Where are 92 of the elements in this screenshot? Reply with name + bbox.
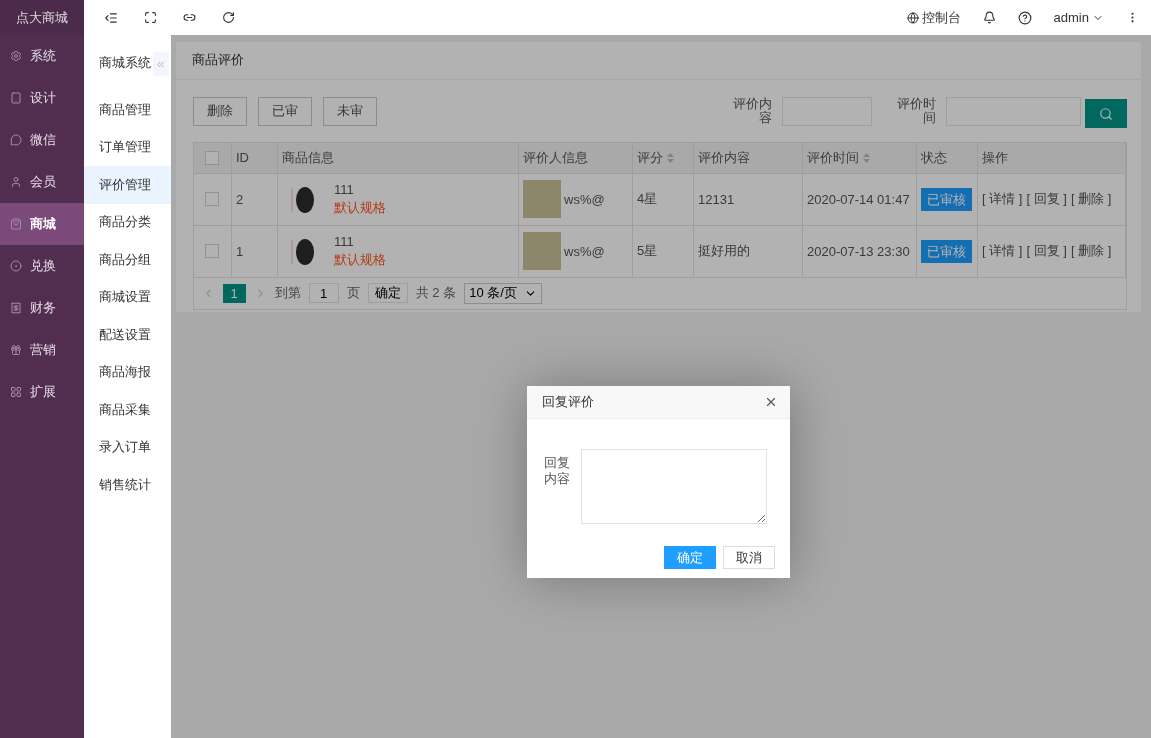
chat-icon: [10, 134, 22, 146]
help-icon[interactable]: [1017, 10, 1032, 25]
column-header: 评价人信息: [518, 143, 633, 173]
table-cell: 2: [236, 191, 244, 207]
total-count: 共 2 条: [415, 284, 457, 302]
reviewer-name: ws%@: [564, 191, 605, 207]
nav-label: 兑换: [30, 257, 56, 275]
nav-label: 财务: [30, 299, 56, 317]
table-cell: 1: [236, 243, 244, 259]
nav-label: 扩展: [30, 383, 56, 401]
checkbox[interactable]: [205, 150, 220, 165]
toolbar-button[interactable]: 删除: [192, 96, 247, 126]
column-header[interactable]: 评分: [632, 143, 694, 173]
search-button[interactable]: [1085, 99, 1127, 128]
toolbar-button[interactable]: 已审: [257, 96, 312, 126]
nav-label: 设计: [30, 89, 56, 107]
table-cell: 4星: [637, 191, 658, 206]
action-link[interactable]: [ 删除 ]: [1070, 243, 1112, 258]
page-size-select[interactable]: 10 条/页: [464, 282, 543, 304]
dialog-button[interactable]: 取消: [722, 546, 775, 569]
page-unit: 页: [346, 284, 360, 302]
reviewer-name: ws%@: [564, 243, 605, 259]
collapse-button[interactable]: [152, 52, 169, 76]
dialog-title: 回复评价: [541, 393, 594, 411]
nav-item[interactable]: 微信: [0, 119, 84, 161]
nav-label: 商城: [30, 215, 56, 233]
reply-input-field[interactable]: [580, 449, 767, 524]
nav-label: 系统: [30, 47, 56, 65]
gift-icon: [10, 344, 22, 356]
brand-name: 点大商城: [0, 0, 84, 35]
bag-icon: [10, 218, 22, 230]
goto-label: 到第: [274, 284, 301, 302]
nav-item[interactable]: 财务: [0, 287, 84, 329]
column-header: 评价内容: [693, 143, 803, 173]
column-header[interactable]: 评价时间: [802, 143, 917, 173]
nav-item[interactable]: 扩展: [0, 371, 84, 413]
column-header: 状态: [916, 143, 978, 173]
fullscreen-icon[interactable]: [143, 11, 157, 24]
grid-icon: [10, 386, 22, 398]
column-header: ID: [231, 143, 278, 173]
product-name: 111: [334, 181, 355, 197]
link-icon[interactable]: [182, 11, 196, 24]
nav-label: 营销: [30, 341, 56, 359]
table-cell: 挺好用的: [698, 243, 750, 258]
bell-icon[interactable]: [982, 11, 996, 24]
toolbar-button[interactable]: 未审: [322, 96, 377, 126]
confirm-button[interactable]: 确定: [367, 283, 408, 303]
action-link[interactable]: [ 删除 ]: [1070, 191, 1112, 206]
column-header: 操作: [977, 143, 1126, 173]
product-spec: 默认规格: [334, 250, 386, 269]
status-badge: 已审核: [921, 187, 972, 211]
table-cell: 2020-07-14 01:47: [807, 191, 910, 207]
tablet-icon: [10, 92, 22, 104]
receipt-icon: [10, 302, 22, 314]
checkbox[interactable]: [205, 244, 220, 258]
action-link[interactable]: [ 回复 ]: [1026, 243, 1067, 258]
refresh-icon[interactable]: [221, 11, 235, 24]
user-icon: [10, 176, 22, 188]
avatar-placeholder: [523, 232, 561, 270]
submenu-title: 商城系统: [98, 54, 151, 72]
table-cell: 12131: [698, 191, 735, 207]
nav-label: 会员: [30, 173, 56, 191]
nav-label: 微信: [30, 131, 56, 149]
action-link[interactable]: [ 详情 ]: [982, 191, 1023, 206]
menu-collapse-icon[interactable]: [103, 10, 118, 25]
avatar-placeholder: [523, 180, 561, 218]
nav-item[interactable]: 系统: [0, 35, 84, 77]
nav-item[interactable]: 兑换: [0, 245, 84, 287]
page-title: 商品评价: [191, 52, 244, 69]
nav-item[interactable]: 商城: [0, 203, 84, 245]
nav-item[interactable]: 设计: [0, 77, 84, 119]
status-badge: 已审核: [921, 239, 972, 263]
nav-item[interactable]: 营销: [0, 329, 84, 371]
product-name: 111: [334, 233, 355, 249]
column-header: 商品信息: [277, 143, 519, 173]
checkbox[interactable]: [205, 192, 220, 206]
submenu-item[interactable]: 评价管理: [83, 166, 171, 204]
field-label: 回复内容: [543, 454, 571, 488]
action-link[interactable]: [ 回复 ]: [1026, 191, 1067, 206]
filter-label: 评价内容: [732, 97, 772, 125]
globe-icon: [906, 11, 919, 24]
page-input[interactable]: 1: [308, 283, 339, 303]
search-icon: [1099, 106, 1113, 121]
console-link[interactable]: 控制台: [906, 8, 961, 27]
table-cell: 2020-07-13 23:30: [807, 243, 910, 259]
filter-label: 评价时间: [896, 97, 936, 125]
action-link[interactable]: [ 详情 ]: [982, 243, 1023, 258]
user-menu[interactable]: admin: [1053, 10, 1104, 25]
settings-icon: [10, 50, 22, 62]
nav-item[interactable]: 会员: [0, 161, 84, 203]
table-cell: 5星: [637, 243, 658, 258]
product-spec: 默认规格: [334, 198, 386, 217]
